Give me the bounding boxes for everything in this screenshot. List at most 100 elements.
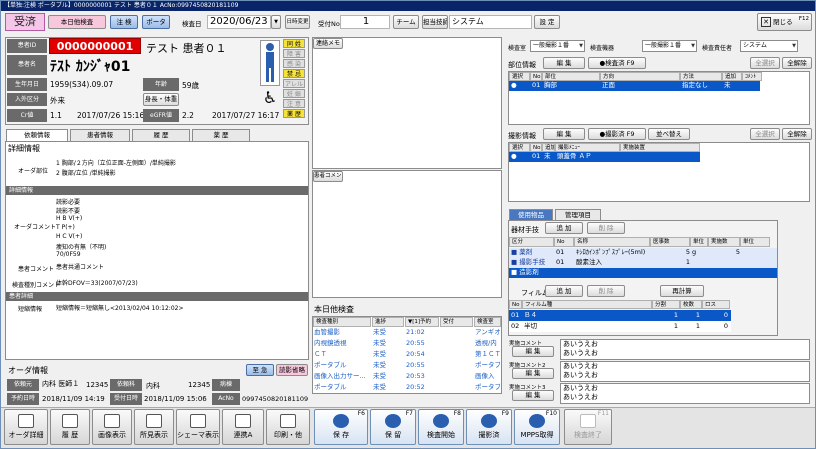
patient-flag: 障 害 (283, 49, 305, 58)
impl-comment-box[interactable]: あいうえお あいうえお (560, 383, 810, 404)
equip-material-label: 器材手技 (511, 226, 539, 234)
shot-done-button[interactable]: ●撮影済 F9 (588, 128, 646, 140)
cr-value: 1.1 (50, 111, 62, 120)
patient-id-label: 患者ID (7, 39, 47, 53)
shot-cell: 頭蓋骨 ＡＰ (557, 152, 592, 160)
equip-label: 検査機器 (590, 45, 615, 52)
history-label: 履 歴 (61, 431, 79, 439)
tab-history[interactable]: 履 歴 (132, 129, 190, 141)
exam-end-button[interactable]: F11 検査終了 (564, 409, 612, 445)
patient-comment-panel (312, 170, 502, 298)
link-a-button[interactable]: 連携A (222, 409, 264, 445)
room-select[interactable]: 一般撮影１番 (530, 40, 585, 52)
impl-comment-edit-button[interactable]: 編 集 (512, 346, 554, 357)
shot-info-title: 撮影情報 (508, 132, 536, 140)
link-a-label: 連携A (233, 431, 253, 439)
person-icon (260, 40, 280, 86)
image-icon (104, 414, 120, 428)
site-header: No (530, 72, 542, 81)
save-button[interactable]: F6 保 存 (314, 409, 368, 445)
status-badge: 受済 (5, 13, 45, 31)
recalc-button[interactable]: 再計算 (660, 285, 704, 297)
findings-view-button[interactable]: 所見表示 (134, 409, 174, 445)
site-cell: 指定なし (682, 81, 708, 89)
chuken-button[interactable]: 注 検 (110, 15, 138, 29)
other-exam-cell: ポータブ (475, 361, 500, 369)
exam-comment-label: 検査種別コメント (12, 282, 61, 289)
staff-button[interactable]: 担当技師 (422, 15, 448, 29)
reception-number-field[interactable]: 1 (340, 15, 390, 29)
today-other-exam-button[interactable]: 本日他検査 (48, 15, 106, 29)
other-exam-cell: 第１ＣＴ (475, 350, 500, 358)
shot-select-all-button[interactable]: 全選択 (750, 128, 780, 140)
site-select-all-button[interactable]: 全選択 (750, 57, 780, 69)
contact-memo-button[interactable]: 連絡メモ (313, 38, 343, 49)
history-button[interactable]: 履 歴 (50, 409, 90, 445)
tab-patient-info[interactable]: 患者情報 (70, 129, 130, 141)
tab-goods[interactable]: 使用物品 (509, 209, 553, 220)
tab-drug-history[interactable]: 薬 歴 (192, 129, 250, 141)
image-view-label: 画像表示 (98, 431, 126, 439)
material-header: No (554, 237, 574, 247)
close-label: 閉じる (773, 18, 793, 26)
shot-deselect-all-button[interactable]: 全解除 (782, 128, 812, 140)
schema-view-button[interactable]: シェーマ表示 (176, 409, 220, 445)
exam-date-field[interactable]: 2020/06/23 (207, 15, 271, 29)
other-exam-header: 進捗 (372, 317, 404, 327)
site-done-button[interactable]: ●検査済 F9 (588, 57, 646, 69)
hold-button[interactable]: F7 保 留 (370, 409, 416, 445)
print-other-button[interactable]: 印刷・他 (266, 409, 310, 445)
document-icon (18, 414, 34, 428)
close-button[interactable]: ✕ 閉じる F12 (757, 13, 812, 31)
order-site-2: 2 腹部/立位 /単純撮影 (56, 170, 116, 177)
urgent-button[interactable]: 至 急 (246, 364, 274, 376)
tab-manage[interactable]: 管理項目 (555, 209, 601, 220)
save-fkey: F6 (357, 410, 365, 417)
height-weight-button[interactable]: 身長・体重 (143, 93, 179, 106)
ward-label: 病棟 (212, 379, 240, 391)
material-add-button[interactable]: 追 加 (545, 222, 583, 234)
date-change-button[interactable]: 日時変更 (285, 15, 310, 29)
shot-cell: 未 (544, 152, 551, 160)
site-deselect-all-button[interactable]: 全解除 (782, 57, 812, 69)
impl-comment-box[interactable]: あいうえお あいうえお (560, 361, 810, 382)
shot-done-footer-button[interactable]: F9 撮影済 (466, 409, 512, 445)
shot-header: 実施装置 (620, 143, 700, 152)
tab-request-info[interactable]: 依頼情報 (6, 129, 68, 141)
impl-comment-edit-button[interactable]: 編 集 (512, 390, 554, 401)
impl-comment-edit-button[interactable]: 編 集 (512, 368, 554, 379)
reading-skip-button[interactable]: 読影省略 (276, 364, 308, 376)
patient-comment-button[interactable]: 患者コメント (313, 171, 343, 182)
impl-comment-box[interactable]: あいうえお あいうえお (560, 339, 810, 360)
material-header: 単位 (690, 237, 708, 247)
shot-cell: 01 (532, 152, 541, 160)
equip-select[interactable]: 一般撮影１番 (642, 40, 697, 52)
material-delete-button[interactable]: 削 除 (587, 222, 625, 234)
shot-edit-button[interactable]: 編 集 (543, 128, 585, 140)
image-view-button[interactable]: 画像表示 (92, 409, 132, 445)
req-ward-id: 12345 (188, 381, 211, 389)
portable-button[interactable]: ポータ (142, 15, 170, 29)
tab-patient-info-label: 患者情報 (87, 131, 113, 139)
history-icon (62, 414, 78, 428)
reorder-button[interactable]: 並べ替え (648, 128, 690, 140)
settings-button[interactable]: 設 定 (534, 15, 560, 29)
tab-goods-label: 使用物品 (518, 211, 544, 219)
date-dropdown-button[interactable]: ▼ (271, 15, 281, 29)
system-field[interactable]: システム (449, 15, 532, 29)
film-add-button[interactable]: 追 加 (545, 285, 583, 297)
resp-select[interactable]: システム (740, 40, 798, 52)
team-button[interactable]: チーム (393, 15, 419, 29)
check-icon (580, 414, 596, 428)
exam-start-button[interactable]: F8 検査開始 (418, 409, 464, 445)
order-comment-line: H B V(+) (56, 215, 83, 222)
film-delete-button[interactable]: 削 除 (587, 285, 625, 297)
dob-label: 生年月日 (7, 78, 47, 91)
site-edit-button[interactable]: 編 集 (543, 57, 585, 69)
mpps-button[interactable]: F10 MPPS取得 (514, 409, 560, 445)
film-cell: 1 (695, 322, 700, 330)
material-header: 単位 (740, 237, 770, 247)
order-detail-button[interactable]: オーダ詳細 (4, 409, 48, 445)
other-exam-cell: 未受 (373, 328, 386, 336)
hold-label: 保 留 (384, 431, 402, 439)
